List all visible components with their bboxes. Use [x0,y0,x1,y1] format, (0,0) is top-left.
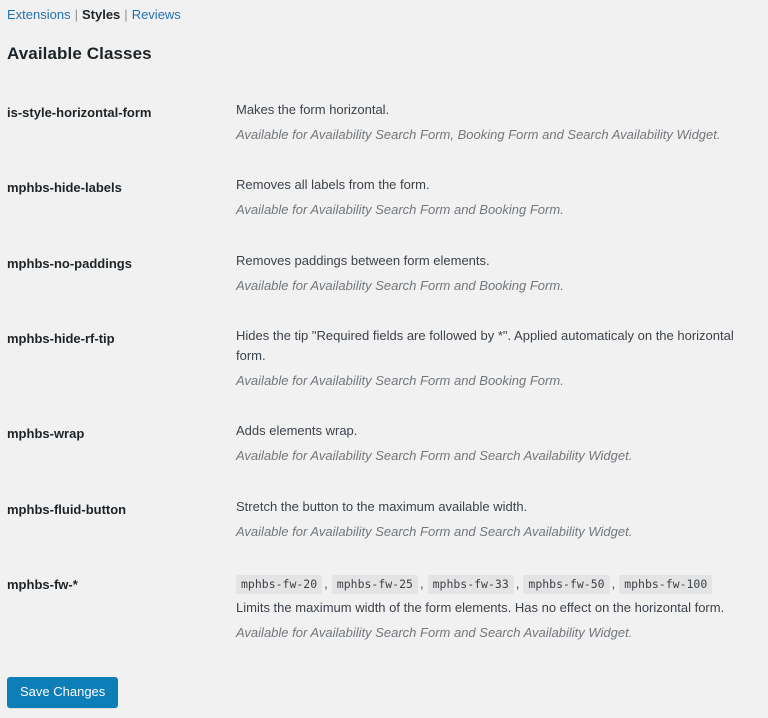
subnav-separator-2: | [124,7,128,22]
class-availability-text: Available for Availability Search Form a… [236,523,633,539]
class-description-text: Makes the form horizontal. [236,102,390,117]
class-name-cell: mphbs-hide-rf-tip [7,330,115,346]
class-variant-list: mphbs-fw-20, mphbs-fw-25, mphbs-fw-33, mphb… [236,572,758,597]
subnav-current-styles[interactable]: Styles [82,7,120,22]
subnav-link-reviews[interactable]: Reviews [132,7,181,22]
class-availability-text: Available for Availability Search Form a… [236,624,633,640]
settings-subnav: Extensions | Styles | Reviews [7,0,758,23]
class-availability-text: Available for Availability Search Form a… [236,373,564,389]
class-description-text: Removes paddings between form elements. [236,252,490,268]
class-variant-chip: mphbs-fw-33 [427,574,514,594]
available-classes-table: is-style-horizontal-form Makes the form … [7,87,758,660]
styles-settings-page: Extensions | Styles | Reviews Available Clas… [0,0,768,718]
class-description-cell: Removes all labels from the form. Availa… [236,162,758,237]
class-variant-chip: mphbs-fw-25 [331,574,418,594]
table-row: mphbs-fluid-button Stretch the button to… [7,484,758,559]
subnav-link-extensions[interactable]: Extensions [7,7,71,22]
class-description-text: Limits the maximum width of the form ele… [236,599,725,615]
class-variant-separator: , [611,575,616,591]
table-row: mphbs-hide-rf-tip Hides the tip "Require… [7,313,758,408]
class-description-cell: Hides the tip "Required fields are follo… [236,313,758,408]
class-variant-chip: mphbs-fw-100 [619,574,713,594]
class-description-cell: Stretch the button to the maximum availa… [236,484,758,559]
class-variant-chip: mphbs-fw-50 [523,574,610,594]
subnav-separator-1: | [74,7,78,22]
class-description-cell: Removes paddings between form elements. … [236,238,758,313]
class-description-text: Stretch the button to the maximum availa… [236,498,528,514]
class-name-cell: mphbs-fw-* [7,576,78,592]
class-description-cell: mphbs-fw-20, mphbs-fw-25, mphbs-fw-33, mphb… [236,559,758,660]
table-row: mphbs-no-paddings Removes paddings betwe… [7,238,758,313]
class-name-cell: mphbs-fluid-button [7,501,127,517]
class-variant-separator: , [515,575,520,591]
class-name-cell: mphbs-no-paddings [7,255,132,271]
save-changes-button[interactable]: Save Changes [7,676,119,708]
submit-area: Save Changes [7,660,758,708]
class-variant-chip: mphbs-fw-20 [236,574,323,594]
class-description-text: Hides the tip "Required fields are follo… [236,327,734,363]
class-description-text: Adds elements wrap. [236,423,358,439]
table-row: mphbs-fw-* mphbs-fw-20, mphbs-fw-25, mphbs… [7,559,758,660]
class-name-cell: mphbs-hide-labels [7,180,122,196]
class-availability-text: Available for Availability Search Form, … [236,127,721,143]
page-title: Available Classes [7,44,152,63]
table-row: mphbs-wrap Adds elements wrap. Available… [7,408,758,483]
class-variant-separator: , [419,575,424,591]
class-description-cell: Adds elements wrap. Available for Availa… [236,408,758,483]
class-availability-text: Available for Availability Search Form a… [236,448,633,464]
table-row: mphbs-hide-labels Removes all labels fro… [7,162,758,237]
class-availability-text: Available for Availability Search Form a… [236,277,564,293]
class-availability-text: Available for Availability Search Form a… [236,202,564,218]
class-variant-separator: , [324,575,328,591]
class-name-cell: is-style-horizontal-form [7,105,152,120]
class-description-cell: Makes the form horizontal. Available for… [236,87,758,162]
class-name-cell: mphbs-wrap [7,426,85,442]
class-description-text: Removes all labels from the form. [236,177,430,193]
table-row: is-style-horizontal-form Makes the form … [7,87,758,162]
